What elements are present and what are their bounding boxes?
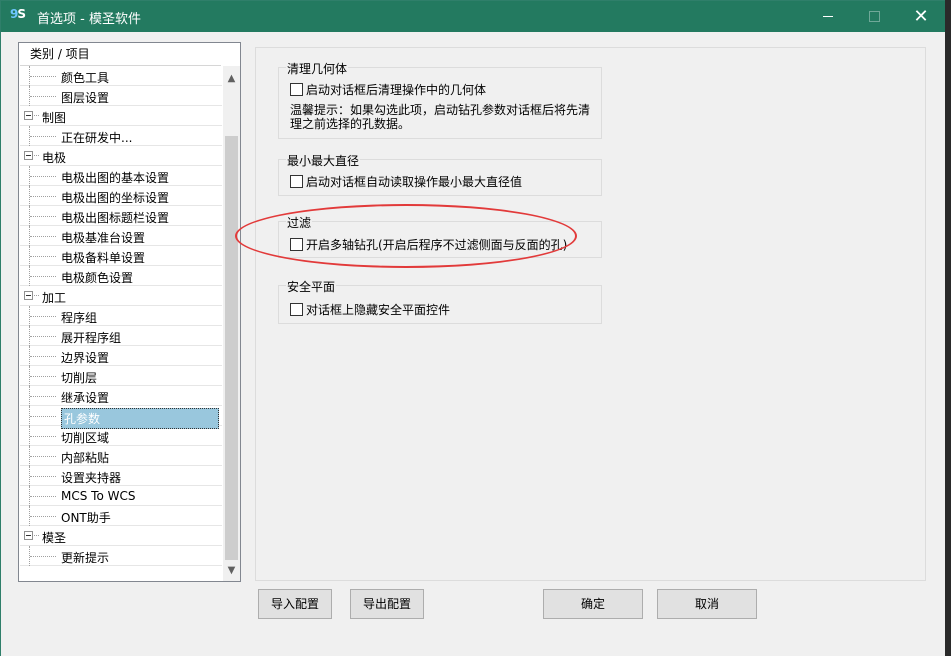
tree-item-row[interactable]: 正在研发中...: [20, 126, 222, 146]
tree-item-row[interactable]: 电极出图标题栏设置: [20, 206, 222, 226]
window-title: 首选项 - 模圣软件: [37, 12, 141, 27]
checkbox-box[interactable]: [290, 83, 303, 96]
settings-panel: 清理几何体 启动对话框后清理操作中的几何体 温馨提示：如果勾选此项，启动钻孔参数…: [255, 47, 926, 581]
clean-geometry-checkbox[interactable]: 启动对话框后清理操作中的几何体: [290, 81, 486, 98]
checkbox-box[interactable]: [290, 175, 303, 188]
group-safety-plane: 安全平面 对话框上隐藏安全平面控件: [278, 278, 602, 324]
maximize-icon: [868, 11, 880, 22]
tree-row-label: 电极基准台设置: [61, 231, 146, 245]
minimize-icon: [823, 16, 833, 17]
tree-item-row[interactable]: 程序组: [20, 306, 222, 326]
tree-category-row[interactable]: 制图: [20, 106, 222, 126]
minimize-button[interactable]: [805, 1, 851, 32]
tree-row-label: 电极出图的坐标设置: [61, 191, 170, 205]
group-min-max-diameter: 最小最大直径 启动对话框自动读取操作最小最大直径值: [278, 152, 602, 196]
background-desktop: [945, 0, 951, 661]
tree-row-label: 图层设置: [61, 91, 110, 105]
tree-row-label: 程序组: [61, 311, 98, 325]
tree-item-row[interactable]: 更新提示: [20, 546, 222, 566]
tree-row-label: 电极颜色设置: [61, 271, 134, 285]
tree-item-row[interactable]: 切削层: [20, 366, 222, 386]
title-bar[interactable]: 9S 首选项 - 模圣软件 ✕: [1, 1, 946, 32]
tree-row-label: 电极备料单设置: [61, 251, 146, 265]
tree-row-label: 正在研发中...: [61, 131, 133, 145]
tree-item-row[interactable]: 电极出图的坐标设置: [20, 186, 222, 206]
checkbox-label: 对话框上隐藏安全平面控件: [306, 303, 451, 317]
import-config-button[interactable]: 导入配置: [258, 589, 332, 619]
tree-category-row[interactable]: 电极: [20, 146, 222, 166]
group-title-diameter: 最小最大直径: [286, 152, 361, 169]
tree-rows: 颜色工具图层设置制图正在研发中... 电极电极出图的基本设置 电极出图的坐标设置 电极…: [20, 66, 222, 566]
cancel-button[interactable]: 取消: [657, 589, 757, 619]
app-logo-icon: 9S: [10, 7, 26, 21]
checkbox-box[interactable]: [290, 303, 303, 316]
tree-header[interactable]: 类别 / 项目: [20, 44, 221, 66]
tree-row-label: 继承设置: [61, 391, 110, 405]
tree-row-label: 内部粘贴: [61, 451, 110, 465]
tree-item-row[interactable]: 边界设置: [20, 346, 222, 366]
tree-item-row[interactable]: 图层设置: [20, 86, 222, 106]
diameter-checkbox[interactable]: 启动对话框自动读取操作最小最大直径值: [290, 173, 522, 190]
tree-item-row[interactable]: 电极出图的基本设置: [20, 166, 222, 186]
group-title-clean: 清理几何体: [286, 60, 349, 77]
collapse-icon[interactable]: [24, 111, 33, 120]
tree-scrollbar[interactable]: ▲ ▼: [223, 66, 240, 581]
preferences-window: 9S 首选项 - 模圣软件 ✕ 类别 / 项目 颜色工具图层设置制图正在研发中.…: [0, 0, 947, 657]
collapse-icon[interactable]: [24, 531, 33, 540]
tree-item-row[interactable]: MCS To WCS: [20, 486, 222, 506]
tree-row-label: 展开程序组: [61, 331, 122, 345]
scroll-up-arrow-icon[interactable]: ▲: [223, 70, 240, 87]
tree-item-row[interactable]: 电极备料单设置: [20, 246, 222, 266]
tree-row-label: 边界设置: [61, 351, 110, 365]
tree-item-row[interactable]: 颜色工具: [20, 66, 222, 86]
tree-row-label: 切削层: [61, 371, 98, 385]
tree-row-label: 加工: [42, 291, 67, 305]
clean-hint-text: 温馨提示：如果勾选此项，启动钻孔参数对话框后将先清理之前选择的孔数据。: [290, 103, 591, 131]
tree-row-label: 设置夹持器: [61, 471, 122, 485]
hide-safety-plane-checkbox[interactable]: 对话框上隐藏安全平面控件: [290, 301, 450, 318]
tree-row-label: ONT助手: [61, 511, 111, 525]
scroll-down-arrow-icon[interactable]: ▼: [223, 562, 240, 579]
red-highlight-ellipse: [235, 204, 577, 268]
tree-item-row[interactable]: 继承设置: [20, 386, 222, 406]
tree-row-label: 电极出图标题栏设置: [61, 211, 170, 225]
background-strip: [0, 656, 951, 661]
tree-item-row[interactable]: 展开程序组: [20, 326, 222, 346]
close-icon: ✕: [913, 5, 929, 27]
scroll-thumb[interactable]: [225, 136, 238, 560]
tree-row-label: 电极: [42, 151, 67, 165]
tree-item-row[interactable]: ONT助手: [20, 506, 222, 526]
tree-row-label: 颜色工具: [61, 71, 110, 85]
group-title-safety: 安全平面: [286, 278, 337, 295]
tree-category-row[interactable]: 加工: [20, 286, 222, 306]
tree-item-row[interactable]: 孔参数: [20, 406, 222, 429]
tree-row-label: 切削区域: [61, 431, 110, 445]
checkbox-label: 启动对话框后清理操作中的几何体: [306, 83, 487, 97]
category-tree[interactable]: 类别 / 项目 颜色工具图层设置制图正在研发中... 电极电极出图的基本设置 电极出…: [18, 42, 241, 582]
tree-item-row[interactable]: 电极基准台设置: [20, 226, 222, 246]
tree-row-label: 模圣: [42, 531, 67, 545]
ok-button[interactable]: 确定: [543, 589, 643, 619]
tree-item-row[interactable]: 切削区域: [20, 426, 222, 446]
tree-row-label: 制图: [42, 111, 67, 125]
group-clean-geometry: 清理几何体 启动对话框后清理操作中的几何体 温馨提示：如果勾选此项，启动钻孔参数…: [278, 60, 602, 139]
tree-item-row[interactable]: 电极颜色设置: [20, 266, 222, 286]
tree-row-label: 更新提示: [61, 551, 110, 565]
export-config-button[interactable]: 导出配置: [350, 589, 424, 619]
tree-row-label: 电极出图的基本设置: [61, 171, 170, 185]
tree-category-row[interactable]: 模圣: [20, 526, 222, 546]
tree-item-row[interactable]: 设置夹持器: [20, 466, 222, 486]
maximize-button[interactable]: [851, 1, 897, 32]
tree-row-label: MCS To WCS: [61, 489, 136, 503]
collapse-icon[interactable]: [24, 291, 33, 300]
tree-item-row[interactable]: 内部粘贴: [20, 446, 222, 466]
collapse-icon[interactable]: [24, 151, 33, 160]
checkbox-label: 启动对话框自动读取操作最小最大直径值: [306, 175, 523, 189]
close-button[interactable]: ✕: [898, 1, 944, 32]
